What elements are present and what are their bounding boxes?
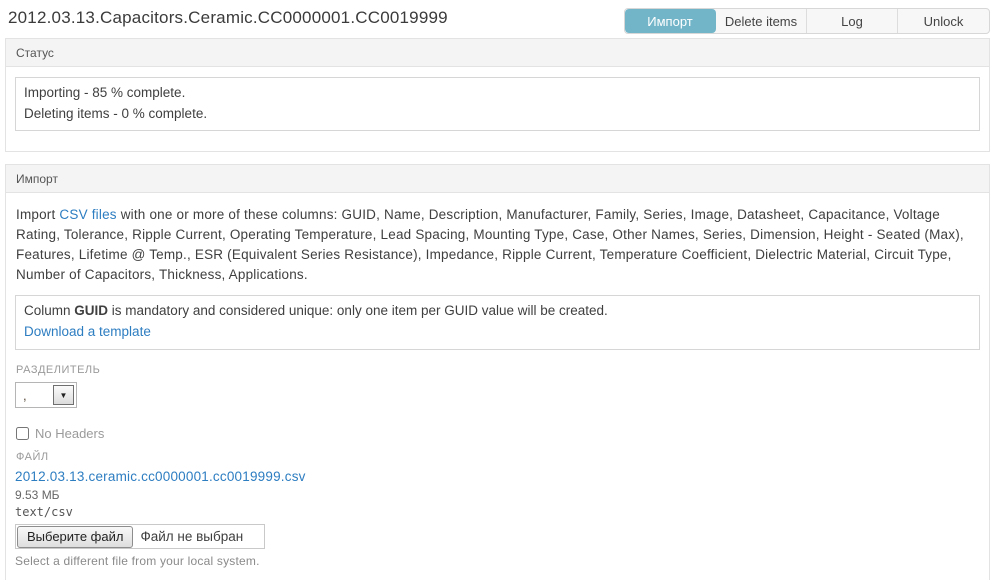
import-panel-header: Импорт [6,165,989,193]
tab-delete-items[interactable]: Delete items [716,9,807,33]
guid-note-after: is mandatory and considered unique: only… [108,303,608,318]
guid-note-text: Column GUID is mandatory and considered … [24,301,971,321]
tab-import[interactable]: Импорт [625,9,716,33]
import-intro-text: Import CSV files with one or more of the… [16,205,979,285]
file-label: ФАЙЛ [16,451,49,463]
file-mime-type: text/csv [15,505,73,519]
tab-log[interactable]: Log [807,9,898,33]
no-headers-label: No Headers [35,426,105,441]
no-file-chosen-text: Файл не выбран [140,529,244,544]
status-line-deleting: Deleting items - 0 % complete. [24,106,208,121]
csv-files-link[interactable]: CSV files [59,207,116,222]
no-headers-row: No Headers [16,426,979,441]
guid-note-before: Column [24,303,75,318]
no-headers-checkbox[interactable] [16,427,29,440]
tab-bar: Импорт Delete items Log Unlock [624,8,990,34]
intro-before-link: Import [16,207,60,222]
page-title: 2012.03.13.Capacitors.Ceramic.CC0000001.… [8,8,448,27]
status-panel: Статус Importing - 85 % complete. Deleti… [5,38,990,152]
status-panel-body: Importing - 85 % complete. Deleting item… [6,67,989,151]
import-panel: Импорт Import CSV files with one or more… [5,164,990,580]
tab-unlock[interactable]: Unlock [898,9,989,33]
file-input[interactable]: Выберите файл Файл не выбран [15,524,265,549]
guid-note-bold: GUID [74,303,109,318]
top-bar: 2012.03.13.Capacitors.Ceramic.CC0000001.… [0,0,997,38]
import-panel-body: Import CSV files with one or more of the… [6,193,989,580]
status-panel-header: Статус [6,39,989,67]
separator-select[interactable]: , ▼ [15,382,77,408]
choose-file-button[interactable]: Выберите файл [17,525,134,548]
chevron-down-icon[interactable]: ▼ [53,385,74,405]
guid-note-box: Column GUID is mandatory and considered … [15,295,980,350]
current-file-link[interactable]: 2012.03.13.ceramic.cc0000001.cc0019999.c… [15,469,306,484]
file-help-text: Select a different file from your local … [15,554,260,568]
download-template-link[interactable]: Download a template [24,322,151,342]
status-line-importing: Importing - 85 % complete. [24,85,186,100]
intro-after-link: with one or more of these columns: GUID,… [16,207,964,282]
separator-label: РАЗДЕЛИТЕЛЬ [16,364,101,376]
separator-selected-value: , [23,387,27,403]
status-box: Importing - 85 % complete. Deleting item… [15,77,980,131]
file-size: 9.53 МБ [15,488,60,502]
